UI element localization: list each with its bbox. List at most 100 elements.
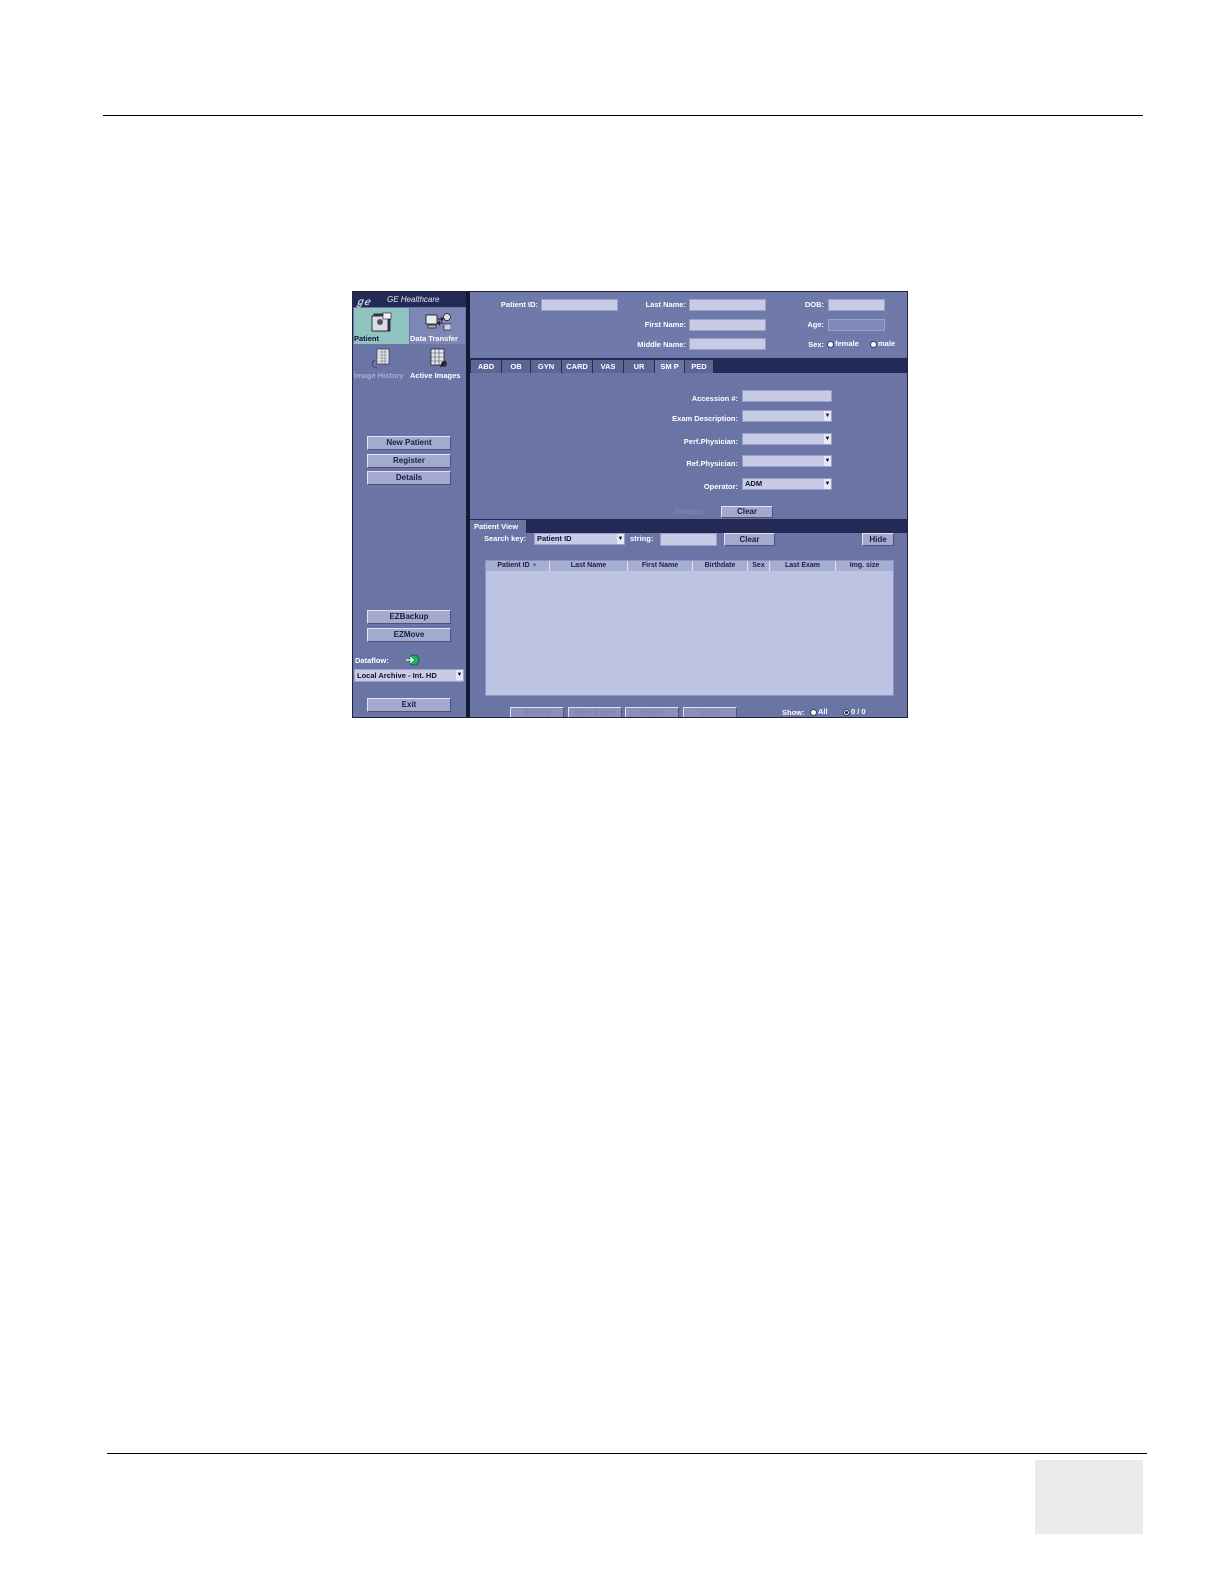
show-count-option[interactable]: 0 / 0 <box>843 707 866 716</box>
show-label: Show: <box>782 708 805 717</box>
dataflow-select[interactable]: Local Archive - Int. HD ▼ <box>354 669 464 682</box>
ge-logo-icon: ℊℯ <box>355 297 370 308</box>
search-key-label: Search key: <box>484 534 527 543</box>
data-transfer-icon <box>425 313 451 331</box>
middle-name-label: Middle Name: <box>637 340 686 349</box>
chevron-down-icon: ▼ <box>617 534 624 544</box>
nav-tile-active-images-label: Active Images <box>410 371 461 380</box>
ezmove-button[interactable]: EZMove <box>367 628 451 642</box>
exam-panel: Accession #: Exam Description: ▼ Perf.Ph… <box>470 373 907 519</box>
dataflow-select-value: Local Archive - Int. HD <box>357 671 437 680</box>
operator-select[interactable]: ADM ▼ <box>742 478 832 490</box>
accession-label: Accession #: <box>691 394 738 403</box>
nav-tile-patient[interactable]: Patient <box>354 308 409 344</box>
search-key-select[interactable]: Patient ID ▼ <box>534 533 625 545</box>
ref-physician-label: Ref.Physician: <box>686 459 738 468</box>
dataflow-label: Dataflow: <box>355 656 389 665</box>
chevron-down-icon: ▼ <box>824 479 831 489</box>
exit-button[interactable]: Exit <box>367 698 451 712</box>
tab-gyn[interactable]: GYN <box>531 360 562 373</box>
patient-list-table[interactable]: Patient ID ▼ Last Name First Name Birthd… <box>485 560 894 696</box>
column-first-name[interactable]: First Name <box>628 561 693 571</box>
column-last-name[interactable]: Last Name <box>550 561 628 571</box>
dob-field[interactable] <box>828 299 885 311</box>
new-exam-button[interactable]: New Exam <box>568 707 622 717</box>
nav-tile-active-images[interactable]: Active Images <box>410 345 465 381</box>
sex-female-option[interactable]: female <box>827 339 859 348</box>
sex-male-option[interactable]: male <box>870 339 895 348</box>
tab-smp[interactable]: SM P <box>655 360 685 373</box>
column-birthdate[interactable]: Birthdate <box>693 561 748 571</box>
details-button[interactable]: Details <box>367 471 451 485</box>
show-all-radio[interactable] <box>810 708 817 716</box>
nav-tile-data-transfer[interactable]: Data Transfer <box>410 308 465 344</box>
chevron-down-icon: ▼ <box>824 411 831 421</box>
sex-label: Sex: <box>808 340 824 349</box>
patient-id-label: Patient ID: <box>500 300 538 309</box>
show-all-option[interactable]: All <box>810 707 828 716</box>
column-patient-id-label: Patient ID <box>497 562 530 569</box>
operator-value: ADM <box>745 479 763 488</box>
tab-ur[interactable]: UR <box>624 360 655 373</box>
tab-abd[interactable]: ABD <box>471 360 502 373</box>
last-name-label: Last Name: <box>645 300 686 309</box>
exam-description-select[interactable]: ▼ <box>742 410 832 422</box>
operator-label: Operator: <box>703 482 738 491</box>
patient-info-panel: Patient ID: Last Name: First Name: Middl… <box>470 292 907 357</box>
perf-physician-select[interactable]: ▼ <box>742 433 832 445</box>
first-name-field[interactable] <box>689 319 766 331</box>
chevron-down-icon: ▼ <box>824 434 831 444</box>
column-patient-id[interactable]: Patient ID ▼ <box>486 561 550 571</box>
perf-physician-label: Perf.Physician: <box>683 437 738 446</box>
nav-tile-data-transfer-label: Data Transfer <box>410 334 458 343</box>
tab-vas[interactable]: VAS <box>593 360 624 373</box>
nav-tile-image-history-label: Image History <box>354 371 404 380</box>
brand-bar: ℊℯ GE Healthcare <box>353 292 466 308</box>
show-count-text: 0 / 0 <box>851 707 866 716</box>
left-nav: ℊℯ GE Healthcare Patient Data Transfer I… <box>353 292 466 717</box>
hide-button[interactable]: Hide <box>862 533 894 546</box>
patient-view-panel: Search key: Patient ID ▼ string: Clear H… <box>470 533 907 717</box>
age-field <box>828 319 885 331</box>
sex-female-radio[interactable] <box>827 340 834 348</box>
images-button[interactable]: Images <box>665 506 713 518</box>
string-label: string: <box>630 534 654 543</box>
column-last-exam[interactable]: Last Exam <box>770 561 836 571</box>
first-name-label: First Name: <box>644 320 686 329</box>
ref-physician-select[interactable]: ▼ <box>742 455 832 467</box>
review-button[interactable]: Review <box>510 707 564 717</box>
search-clear-button[interactable]: Clear <box>724 533 775 546</box>
page-number-box <box>1035 1460 1143 1534</box>
patient-view-bar: Patient View <box>470 519 907 533</box>
last-name-field[interactable] <box>689 299 766 311</box>
exam-clear-button[interactable]: Clear <box>721 506 773 518</box>
patient-view-tab[interactable]: Patient View <box>470 520 526 533</box>
sex-female-text: female <box>835 339 859 348</box>
search-string-input[interactable] <box>660 533 717 546</box>
middle-name-field[interactable] <box>689 338 766 350</box>
tab-ped[interactable]: PED <box>685 360 714 373</box>
patient-id-field[interactable] <box>541 299 618 311</box>
ultrasound-patient-screen: ℊℯ GE Healthcare Patient Data Transfer I… <box>352 291 908 718</box>
sex-male-radio[interactable] <box>870 340 877 348</box>
accession-field[interactable] <box>742 390 832 402</box>
ezbackup-button[interactable]: EZBackup <box>367 610 451 624</box>
chevron-down-icon: ▼ <box>824 456 831 466</box>
age-label: Age: <box>807 320 824 329</box>
new-patient-button[interactable]: New Patient <box>367 436 451 450</box>
patient-folder-icon <box>371 312 391 332</box>
column-img-size[interactable]: Img. size <box>836 561 893 571</box>
footer-rule <box>107 1453 1147 1454</box>
column-sex[interactable]: Sex <box>748 561 770 571</box>
exam-description-label: Exam Description: <box>672 414 738 423</box>
chevron-down-icon: ▼ <box>456 670 463 680</box>
tab-card[interactable]: CARD <box>562 360 593 373</box>
sex-male-text: male <box>878 339 896 348</box>
lock-button[interactable]: Lock <box>683 707 737 717</box>
show-count-radio[interactable] <box>843 708 850 716</box>
nav-tile-image-history[interactable]: Image History <box>354 345 409 381</box>
delete-button[interactable]: Delete <box>625 707 679 717</box>
tab-ob[interactable]: OB <box>502 360 531 373</box>
dob-label: DOB: <box>804 300 824 309</box>
register-button[interactable]: Register <box>367 454 451 468</box>
